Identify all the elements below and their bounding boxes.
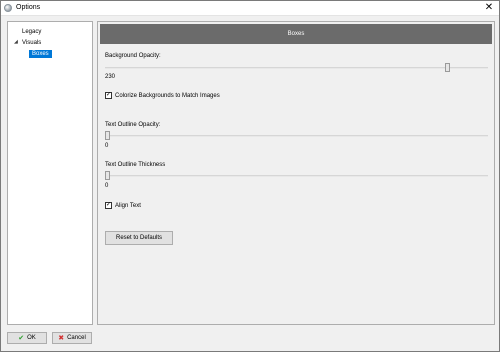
text-outline-thickness-thumb[interactable]: [105, 171, 110, 180]
text-outline-thickness-label: Text Outline Thickness: [105, 162, 166, 168]
tree-item-visuals[interactable]: Visuals: [22, 39, 41, 47]
background-opacity-value: 230: [105, 74, 116, 80]
options-tree: Legacy ◢ Visuals Boxes: [7, 21, 93, 325]
settings-panel: Boxes Background Opacity: 230 ✓ Colorize…: [97, 21, 495, 325]
close-button[interactable]: ✕: [482, 2, 496, 14]
text-outline-opacity-thumb[interactable]: [105, 131, 110, 140]
title-bar: Options ✕: [1, 1, 499, 16]
text-outline-opacity-slider[interactable]: [105, 131, 488, 140]
background-opacity-thumb[interactable]: [445, 63, 450, 72]
checkmark-icon: ✔: [18, 335, 25, 342]
text-outline-thickness-value: 0: [105, 183, 109, 189]
options-window: Options ✕ Legacy ◢ Visuals Boxes Boxes B…: [0, 0, 500, 352]
background-opacity-label: Background Opacity:: [105, 53, 161, 59]
align-text-checkbox[interactable]: ✓: [105, 202, 112, 209]
tree-item-boxes[interactable]: Boxes: [29, 50, 52, 58]
align-text-label: Align Text: [115, 202, 141, 209]
text-outline-opacity-value: 0: [105, 143, 109, 149]
reset-to-defaults-button[interactable]: Reset to Defaults: [105, 231, 173, 245]
align-text-row[interactable]: ✓ Align Text: [105, 202, 141, 209]
cancel-button[interactable]: ✖ Cancel: [52, 332, 92, 344]
tree-item-legacy[interactable]: Legacy: [22, 28, 41, 36]
text-outline-opacity-label: Text Outline Opacity:: [105, 122, 161, 128]
x-icon: ✖: [58, 335, 65, 342]
cancel-button-label: Cancel: [67, 335, 86, 341]
expand-arrow-icon[interactable]: ◢: [14, 39, 18, 45]
ok-button-label: OK: [27, 335, 36, 341]
section-header: Boxes: [100, 24, 492, 44]
text-outline-thickness-slider[interactable]: [105, 171, 488, 180]
app-icon: [4, 4, 12, 12]
colorize-checkbox[interactable]: ✓: [105, 92, 112, 99]
ok-button[interactable]: ✔ OK: [7, 332, 47, 344]
colorize-checkbox-label: Colorize Backgrounds to Match Images: [115, 92, 220, 99]
colorize-backgrounds-row[interactable]: ✓ Colorize Backgrounds to Match Images: [105, 92, 220, 99]
background-opacity-slider[interactable]: [105, 63, 488, 72]
window-title: Options: [16, 4, 41, 11]
